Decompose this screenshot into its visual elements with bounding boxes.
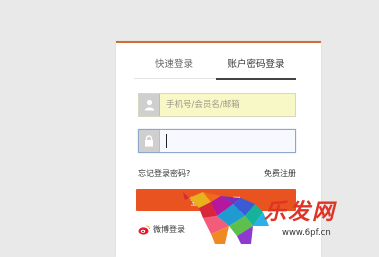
- lock-icon: [139, 130, 160, 152]
- forgot-password-link[interactable]: 忘记登录密码?: [138, 168, 190, 179]
- tab-account-login[interactable]: 账户密码登录: [216, 55, 296, 80]
- bull-logo-icon: [183, 192, 269, 244]
- username-input[interactable]: [160, 94, 295, 116]
- username-field[interactable]: [138, 93, 296, 117]
- password-field[interactable]: [138, 129, 296, 153]
- tab-quick-login[interactable]: 快速登录: [134, 55, 214, 78]
- user-icon: [139, 94, 160, 116]
- weibo-icon: [138, 225, 150, 235]
- password-input[interactable]: [167, 130, 295, 152]
- helper-links: 忘记登录密码? 免费注册: [138, 168, 296, 180]
- watermark-brand: 乐发网: [264, 199, 337, 225]
- watermark-logo: 乐发网 www.6pf.cn: [181, 186, 356, 246]
- watermark-url: www.6pf.cn: [282, 228, 331, 238]
- login-tabs: 快速登录 账户密码登录: [134, 55, 296, 80]
- weibo-login-link[interactable]: 微博登录: [138, 224, 185, 235]
- register-link[interactable]: 免费注册: [264, 168, 296, 179]
